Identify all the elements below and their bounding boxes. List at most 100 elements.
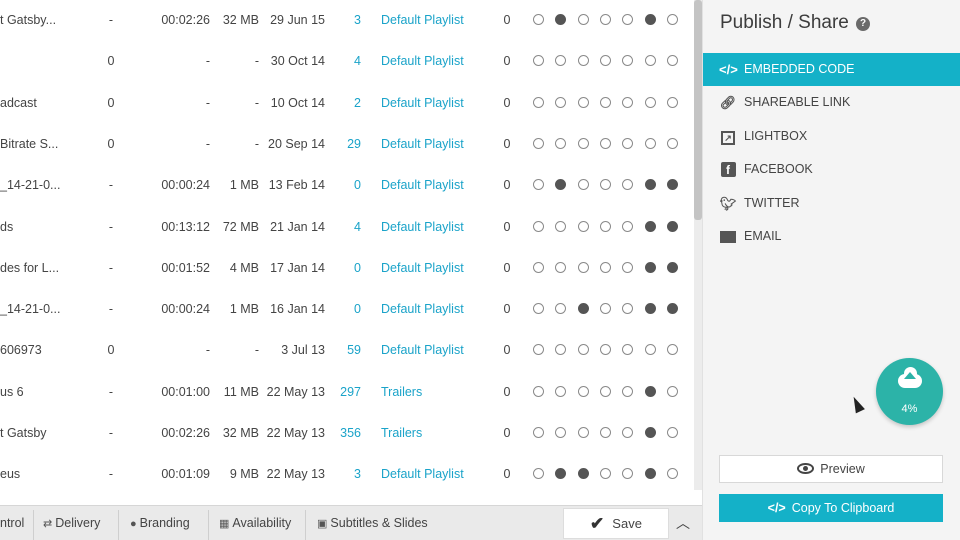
row-count-link[interactable]: 3 xyxy=(336,467,361,481)
collapse-button[interactable]: ︿ xyxy=(672,508,694,539)
status-dot-filled[interactable] xyxy=(645,220,656,232)
status-dot-empty[interactable] xyxy=(667,468,678,480)
status-dot-empty[interactable] xyxy=(578,179,589,191)
status-dot-empty[interactable] xyxy=(622,385,633,397)
status-dot-empty[interactable] xyxy=(600,427,611,438)
status-dot-empty[interactable] xyxy=(533,14,544,25)
status-dot-empty[interactable] xyxy=(555,385,566,397)
status-dot-empty[interactable] xyxy=(578,96,589,108)
status-dot-empty[interactable] xyxy=(578,427,589,438)
status-dot-empty[interactable] xyxy=(533,303,544,315)
row-playlist-link[interactable]: Default Playlist xyxy=(381,261,464,275)
status-dot-empty[interactable] xyxy=(622,179,633,191)
status-dot-empty[interactable] xyxy=(578,14,589,25)
table-row[interactable]: des for L... - 00:01:52 4 MB 17 Jan 14 0 Defau… xyxy=(0,248,694,289)
table-scrollbar-thumb[interactable] xyxy=(694,0,702,220)
status-dot-empty[interactable] xyxy=(578,220,589,232)
status-dot-filled[interactable] xyxy=(555,179,566,191)
status-dot-empty[interactable] xyxy=(555,137,566,149)
status-dot-empty[interactable] xyxy=(555,344,566,356)
status-dot-empty[interactable] xyxy=(555,427,566,438)
status-dot-empty[interactable] xyxy=(622,261,633,273)
row-count-link[interactable]: 2 xyxy=(336,96,361,110)
row-playlist-link[interactable]: Default Playlist xyxy=(381,137,464,151)
row-count-link[interactable]: 4 xyxy=(336,54,361,68)
preview-button[interactable]: Preview xyxy=(719,455,943,483)
row-playlist-link[interactable]: Trailers xyxy=(381,426,422,440)
row-count-link[interactable]: 356 xyxy=(336,426,361,440)
status-dot-empty[interactable] xyxy=(600,261,611,273)
status-dot-empty[interactable] xyxy=(600,14,611,25)
status-dot-filled[interactable] xyxy=(667,220,678,232)
table-row[interactable]: _14-21-0... - 00:00:24 1 MB 13 Feb 14 0 Defaul… xyxy=(0,165,694,206)
table-row[interactable]: adcast 0- -10 Oct 14 2 Default Playlist 0 xyxy=(0,83,694,124)
row-playlist-link[interactable]: Trailers xyxy=(381,385,422,399)
status-dot-empty[interactable] xyxy=(667,427,678,438)
tab-branding[interactable]: ● Branding xyxy=(130,506,190,540)
table-row[interactable]: Bitrate S... 0- -20 Sep 14 29 Default Playli… xyxy=(0,124,694,165)
table-row[interactable]: 606973 0 - - 3 Jul 13 59 Default Playlist 0 xyxy=(0,330,694,371)
status-dot-empty[interactable] xyxy=(622,55,633,67)
status-dot-empty[interactable] xyxy=(533,55,544,67)
status-dot-empty[interactable] xyxy=(600,55,611,67)
status-dot-empty[interactable] xyxy=(533,385,544,397)
row-count-link[interactable]: 0 xyxy=(336,178,361,192)
tab-control[interactable]: ntrol xyxy=(0,506,24,540)
status-dot-empty[interactable] xyxy=(622,220,633,232)
row-count-link[interactable]: 3 xyxy=(336,13,361,27)
table-row[interactable]: eus - 00:01:09 9 MB 22 May 13 3 Default Playli… xyxy=(0,454,694,490)
status-dot-empty[interactable] xyxy=(533,96,544,108)
status-dot-filled[interactable] xyxy=(667,179,678,191)
status-dot-empty[interactable] xyxy=(533,344,544,356)
menu-facebook[interactable]: f FACEBOOK xyxy=(703,153,960,186)
status-dot-empty[interactable] xyxy=(622,427,633,438)
status-dot-filled[interactable] xyxy=(578,468,589,480)
table-row[interactable]: _14-21-0... - 00:00:24 1 MB 16 Jan 14 0 Defaul… xyxy=(0,289,694,330)
status-dot-empty[interactable] xyxy=(578,137,589,149)
save-button[interactable]: ✔ Save xyxy=(563,508,669,539)
status-dot-filled[interactable] xyxy=(645,468,656,480)
status-dot-empty[interactable] xyxy=(555,220,566,232)
status-dot-filled[interactable] xyxy=(667,303,678,315)
row-playlist-link[interactable]: Default Playlist xyxy=(381,302,464,316)
row-count-link[interactable]: 4 xyxy=(336,220,361,234)
status-dot-empty[interactable] xyxy=(622,344,633,356)
row-playlist-link[interactable]: Default Playlist xyxy=(381,220,464,234)
status-dot-empty[interactable] xyxy=(600,137,611,149)
status-dot-empty[interactable] xyxy=(600,468,611,480)
status-dot-empty[interactable] xyxy=(555,55,566,67)
row-playlist-link[interactable]: Default Playlist xyxy=(381,467,464,481)
row-count-link[interactable]: 0 xyxy=(336,302,361,316)
status-dot-filled[interactable] xyxy=(645,179,656,191)
row-playlist-link[interactable]: Default Playlist xyxy=(381,178,464,192)
status-dot-empty[interactable] xyxy=(667,137,678,149)
status-dot-empty[interactable] xyxy=(600,179,611,191)
status-dot-empty[interactable] xyxy=(600,96,611,108)
status-dot-empty[interactable] xyxy=(600,344,611,356)
status-dot-empty[interactable] xyxy=(645,96,656,108)
table-row[interactable]: 0- -30 Oct 14 4 Default Playlist 0 xyxy=(0,41,694,82)
row-count-link[interactable]: 29 xyxy=(336,137,361,151)
row-count-link[interactable]: 297 xyxy=(336,385,361,399)
status-dot-filled[interactable] xyxy=(645,385,656,397)
menu-email[interactable]: EMAIL xyxy=(703,220,960,253)
status-dot-empty[interactable] xyxy=(667,96,678,108)
upload-progress-button[interactable]: 4% xyxy=(876,358,943,425)
row-playlist-link[interactable]: Default Playlist xyxy=(381,343,464,357)
status-dot-empty[interactable] xyxy=(667,344,678,356)
status-dot-filled[interactable] xyxy=(667,261,678,273)
status-dot-empty[interactable] xyxy=(600,303,611,315)
tab-delivery[interactable]: ⇄ Delivery xyxy=(43,506,100,540)
table-row[interactable]: us 6 - 00:01:00 11 MB 22 May 13 297 Trailers 0 xyxy=(0,372,694,413)
table-row[interactable]: ds - 00:13:12 72 MB 21 Jan 14 4 Default Playli… xyxy=(0,207,694,248)
status-dot-empty[interactable] xyxy=(622,14,633,25)
status-dot-empty[interactable] xyxy=(533,220,544,232)
status-dot-empty[interactable] xyxy=(578,55,589,67)
status-dot-empty[interactable] xyxy=(533,468,544,480)
status-dot-filled[interactable] xyxy=(578,303,589,315)
status-dot-empty[interactable] xyxy=(622,468,633,480)
status-dot-filled[interactable] xyxy=(555,14,566,25)
status-dot-empty[interactable] xyxy=(533,261,544,273)
status-dot-empty[interactable] xyxy=(667,55,678,67)
status-dot-empty[interactable] xyxy=(555,96,566,108)
